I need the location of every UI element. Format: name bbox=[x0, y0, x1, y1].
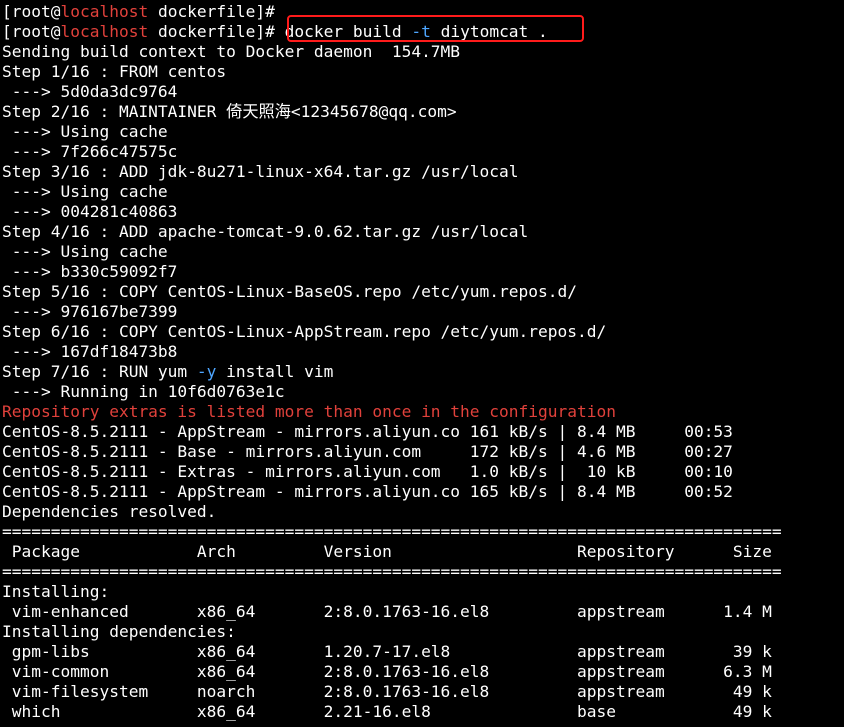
output-line: Step 1/16 : FROM centos bbox=[2, 62, 226, 82]
line-text: Step 7/16 : RUN yum bbox=[2, 362, 197, 381]
output-line: ========================================… bbox=[2, 522, 782, 542]
output-line: Step 3/16 : ADD jdk-8u271-linux-x64.tar.… bbox=[2, 162, 519, 182]
output-line: ---> 167df18473b8 bbox=[2, 342, 178, 362]
line-text: Dependencies resolved. bbox=[2, 502, 217, 521]
line-text: vim-common x86_64 2:8.0.1763-16.el8 apps… bbox=[2, 662, 772, 681]
prompt-line: [root@localhost dockerfile]# docker buil… bbox=[2, 22, 548, 42]
output-line: ---> Running in 10f6d0763e1c bbox=[2, 382, 285, 402]
line-text: dockerfile]# bbox=[148, 2, 275, 21]
line-text: Step 5/16 : COPY CentOS-Linux-BaseOS.rep… bbox=[2, 282, 577, 301]
output-line: gpm-libs x86_64 1.20.7-17.el8 appstream … bbox=[2, 642, 772, 662]
output-line: Step 2/16 : MAINTAINER 倚天照海<12345678@qq.… bbox=[2, 102, 457, 122]
line-text: CentOS-8.5.2111 - Base - mirrors.aliyun.… bbox=[2, 442, 733, 461]
output-line: CentOS-8.5.2111 - Base - mirrors.aliyun.… bbox=[2, 442, 733, 462]
output-line: vim-enhanced x86_64 2:8.0.1763-16.el8 ap… bbox=[2, 602, 772, 622]
line-text: vim-enhanced x86_64 2:8.0.1763-16.el8 ap… bbox=[2, 602, 772, 621]
output-line: Dependencies resolved. bbox=[2, 502, 216, 522]
output-line: ---> b330c59092f7 bbox=[2, 262, 178, 282]
line-text: CentOS-8.5.2111 - AppStream - mirrors.al… bbox=[2, 422, 733, 441]
line-text: Installing: bbox=[2, 582, 110, 601]
line-text: ---> 976167be7399 bbox=[2, 302, 178, 321]
line-text: Installing dependencies: bbox=[2, 622, 236, 641]
line-text: install vim bbox=[216, 362, 334, 381]
warning-text: Repository extras is listed more than on… bbox=[2, 402, 616, 421]
output-line: Step 4/16 : ADD apache-tomcat-9.0.62.tar… bbox=[2, 222, 528, 242]
line-text: CentOS-8.5.2111 - AppStream - mirrors.al… bbox=[2, 482, 733, 501]
output-line: ---> 976167be7399 bbox=[2, 302, 178, 322]
option-flag: -t bbox=[411, 22, 431, 41]
line-text: ---> Using cache bbox=[2, 122, 168, 141]
output-line: ---> Using cache bbox=[2, 122, 168, 142]
output-line: CentOS-8.5.2111 - Extras - mirrors.aliyu… bbox=[2, 462, 733, 482]
line-text: which x86_64 2.21-16.el8 base 49 k bbox=[2, 702, 772, 721]
output-line: which x86_64 2.21-16.el8 base 49 k bbox=[2, 702, 772, 722]
line-text: ---> Using cache bbox=[2, 182, 168, 201]
line-text: ---> b330c59092f7 bbox=[2, 262, 178, 281]
line-text: ---> 5d0da3dc9764 bbox=[2, 82, 178, 101]
output-line: vim-common x86_64 2:8.0.1763-16.el8 apps… bbox=[2, 662, 772, 682]
line-text: CentOS-8.5.2111 - Extras - mirrors.aliyu… bbox=[2, 462, 733, 481]
line-text: ---> 004281c40863 bbox=[2, 202, 178, 221]
output-line: Repository extras is listed more than on… bbox=[2, 402, 616, 422]
output-line: ---> Using cache bbox=[2, 242, 168, 262]
line-text: ========================================… bbox=[2, 522, 782, 541]
line-text: ---> Using cache bbox=[2, 242, 168, 261]
line-text: vim-filesystem noarch 2:8.0.1763-16.el8 … bbox=[2, 682, 772, 701]
output-line: ---> 004281c40863 bbox=[2, 202, 178, 222]
line-text: [root@ bbox=[2, 2, 61, 21]
output-line: ---> 7f266c47575c bbox=[2, 142, 178, 162]
output-line: Installing dependencies: bbox=[2, 622, 236, 642]
output-line: Step 6/16 : COPY CentOS-Linux-AppStream.… bbox=[2, 322, 606, 342]
output-line: vim-filesystem noarch 2:8.0.1763-16.el8 … bbox=[2, 682, 772, 702]
line-text: gpm-libs x86_64 1.20.7-17.el8 appstream … bbox=[2, 642, 772, 661]
line-text: Step 2/16 : MAINTAINER 倚天照海<12345678@qq.… bbox=[2, 102, 457, 121]
output-line: CentOS-8.5.2111 - AppStream - mirrors.al… bbox=[2, 422, 733, 442]
hostname-text: localhost bbox=[60, 2, 149, 21]
line-text: ---> 167df18473b8 bbox=[2, 342, 178, 361]
line-text: Step 4/16 : ADD apache-tomcat-9.0.62.tar… bbox=[2, 222, 529, 241]
line-text: [root@ bbox=[2, 22, 61, 41]
line-text: Step 1/16 : FROM centos bbox=[2, 62, 227, 81]
output-line: Step 5/16 : COPY CentOS-Linux-BaseOS.rep… bbox=[2, 282, 577, 302]
line-text: dockerfile]# docker build bbox=[148, 22, 412, 41]
output-line: ---> Using cache bbox=[2, 182, 168, 202]
line-text: Package Arch Version Repository Size bbox=[2, 542, 772, 561]
output-line: Installing: bbox=[2, 582, 109, 602]
line-text: Step 6/16 : COPY CentOS-Linux-AppStream.… bbox=[2, 322, 607, 341]
prompt-line: [root@localhost dockerfile]# bbox=[2, 2, 275, 22]
output-line: ---> 5d0da3dc9764 bbox=[2, 82, 178, 102]
line-text: Step 3/16 : ADD jdk-8u271-linux-x64.tar.… bbox=[2, 162, 519, 181]
output-line: CentOS-8.5.2111 - AppStream - mirrors.al… bbox=[2, 482, 733, 502]
output-line: Package Arch Version Repository Size bbox=[2, 542, 772, 562]
output-line: ========================================… bbox=[2, 562, 782, 582]
line-text: ========================================… bbox=[2, 562, 782, 581]
line-text: ---> 7f266c47575c bbox=[2, 142, 178, 161]
output-line: Sending build context to Docker daemon 1… bbox=[2, 42, 460, 62]
line-text: ---> Running in 10f6d0763e1c bbox=[2, 382, 285, 401]
option-flag: -y bbox=[196, 362, 217, 381]
output-line: Step 7/16 : RUN yum -y install vim bbox=[2, 362, 333, 382]
line-text: diytomcat . bbox=[430, 22, 548, 41]
terminal-window[interactable]: [root@localhost dockerfile]# [root@localh… bbox=[0, 0, 844, 727]
line-text: Sending build context to Docker daemon 1… bbox=[2, 42, 461, 61]
hostname-text: localhost bbox=[60, 22, 149, 41]
